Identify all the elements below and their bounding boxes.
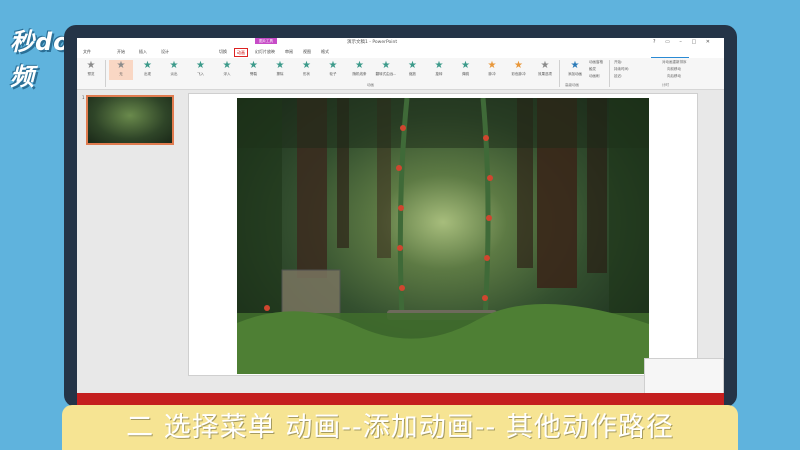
animation-effect-14[interactable]: ★ 脉冲	[480, 60, 504, 80]
add-animation-icon: ★	[570, 60, 580, 71]
timing-delay-label: 延迟:	[614, 74, 623, 78]
animation-effect-label: 浮入	[223, 72, 231, 76]
ribbon-divider	[105, 60, 106, 87]
animation-effect-7[interactable]: ★ 形状	[295, 60, 319, 80]
preview-label: 预览	[87, 72, 95, 76]
animation-effect-5[interactable]: ★ 劈裂	[242, 60, 266, 80]
animation-effect-label: 彩色脉冲	[511, 72, 526, 76]
slide-thumbnail-pane: 1	[77, 91, 177, 391]
window-title: 演示文稿1 - PowerPoint	[347, 40, 398, 45]
animation-effect-1[interactable]: ★ 出现	[136, 60, 160, 80]
animation-effect-6[interactable]: ★ 擦除	[268, 60, 292, 80]
tab-transitions[interactable]: 切换	[219, 49, 227, 55]
ribbon-divider	[609, 60, 610, 87]
title-bar: 图片工具 演示文稿1 - PowerPoint ? ▭ – □ ✕	[77, 38, 724, 48]
star-icon: ★	[196, 60, 205, 71]
animations-ribbon: ★ 预览 ★ 无 ★ 出现 ★ 淡出 ★ 飞入 ★ 浮入 ★ 劈裂 ★ 擦除 ★ 形状 ★ 轮子 ★ 随机线条 ★ 翻转式…	[77, 58, 724, 90]
window-controls[interactable]: ? ▭ – □ ✕	[653, 39, 714, 45]
star-icon: ★	[275, 60, 285, 71]
ribbon-tabs: 文件 开始 插入 设计 切换 动画 幻灯片放映 审阅 视图 格式 共享 登录	[77, 48, 724, 66]
forest-swing-picture[interactable]	[237, 98, 649, 374]
animation-effect-3[interactable]: ★ 飞入	[189, 60, 213, 80]
star-icon: ★	[143, 60, 152, 71]
slide-number: 1	[82, 95, 85, 100]
tab-insert[interactable]: 插入	[139, 49, 147, 55]
trigger-button[interactable]: 触发	[589, 67, 596, 72]
effect-options-label: 效果选项	[538, 72, 552, 76]
animation-effect-label: 无	[119, 72, 123, 76]
tab-view[interactable]: 视图	[303, 49, 311, 55]
tab-home[interactable]: 开始	[117, 49, 125, 55]
star-icon: ★	[408, 60, 417, 71]
star-icon: ★	[328, 60, 338, 71]
animation-painter-button[interactable]: 动画刷	[589, 74, 600, 79]
animation-effect-label: 随机线条	[352, 72, 367, 76]
star-icon: ★	[514, 60, 523, 71]
animation-effect-label: 旋转	[435, 72, 443, 76]
animation-effect-label: 出现	[144, 72, 151, 76]
animation-effect-4[interactable]: ★ 浮入	[215, 60, 239, 80]
tab-slideshow[interactable]: 幻灯片放映	[255, 49, 275, 55]
animation-group-label: 动画	[367, 83, 374, 87]
effect-options-button[interactable]: ★ 效果选项	[533, 60, 557, 80]
animation-effect-0[interactable]: ★ 无	[109, 60, 133, 80]
preview-button[interactable]: ★ 预览	[79, 60, 103, 80]
star-icon: ★	[222, 60, 232, 71]
tab-animations[interactable]: 动画	[234, 48, 248, 57]
add-animation-label: 添加动画	[568, 72, 582, 76]
move-later-button[interactable]: 向后移动	[667, 74, 681, 79]
animation-effect-label: 脉冲	[488, 72, 496, 76]
animation-effect-2[interactable]: ★ 淡出	[162, 60, 186, 80]
tab-review[interactable]: 审阅	[285, 49, 293, 55]
animation-effect-15[interactable]: ★ 彩色脉冲	[507, 60, 531, 80]
animation-effect-label: 缩放	[409, 72, 416, 76]
star-icon: ★	[461, 60, 470, 71]
star-icon: ★	[116, 60, 126, 71]
star-icon: ★	[302, 60, 311, 71]
star-icon: ★	[487, 60, 497, 71]
slide-thumbnail[interactable]	[86, 95, 174, 145]
star-icon: ★	[169, 60, 179, 71]
animation-effect-8[interactable]: ★ 轮子	[321, 60, 345, 80]
animation-effect-10[interactable]: ★ 翻转式由远...	[374, 60, 398, 80]
reorder-animation-label: 对动画重新排序	[662, 60, 687, 64]
star-icon: ★	[355, 60, 364, 71]
animation-effect-label: 轮子	[329, 72, 337, 76]
effect-options-icon: ★	[540, 60, 550, 71]
animation-effect-12[interactable]: ★ 旋转	[427, 60, 451, 80]
animation-effect-13[interactable]: ★ 弹跳	[454, 60, 478, 80]
powerpoint-window: 图片工具 演示文稿1 - PowerPoint ? ▭ – □ ✕ 文件 开始 …	[77, 38, 724, 408]
animation-effect-label: 翻转式由远...	[375, 72, 397, 76]
slide-editor	[188, 93, 698, 376]
animation-pane-button[interactable]: 动画窗格	[589, 60, 603, 65]
animation-effect-label: 飞入	[197, 72, 204, 76]
move-earlier-button[interactable]: 向前移动	[667, 67, 681, 72]
star-icon: ★	[381, 60, 391, 71]
tab-design[interactable]: 设计	[161, 49, 169, 55]
star-icon: ★	[434, 60, 444, 71]
instruction-caption: 二 选择菜单 动画--添加动画-- 其他动作路径	[62, 405, 738, 450]
animation-effect-label: 弹跳	[462, 72, 469, 76]
tab-format[interactable]: 格式	[321, 49, 329, 55]
picture-tools-tab[interactable]: 图片工具	[255, 38, 277, 44]
timing-duration-label: 持续时间:	[614, 67, 630, 71]
star-icon: ★	[249, 60, 258, 71]
ribbon-divider	[559, 60, 560, 87]
advanced-animation-group-label: 高级动画	[565, 83, 579, 87]
animation-effect-label: 淡出	[170, 72, 178, 76]
preview-icon: ★	[86, 60, 96, 71]
animation-effect-label: 劈裂	[250, 72, 257, 76]
timing-start-label: 开始:	[614, 60, 623, 64]
animation-effect-11[interactable]: ★ 缩放	[401, 60, 425, 80]
animation-effect-label: 擦除	[276, 72, 284, 76]
timing-group-label: 计时	[662, 83, 669, 87]
monitor-frame: 图片工具 演示文稿1 - PowerPoint ? ▭ – □ ✕ 文件 开始 …	[64, 25, 737, 408]
add-animation-button[interactable]: ★ 添加动画	[563, 60, 587, 80]
animation-effect-9[interactable]: ★ 随机线条	[348, 60, 372, 80]
tab-file[interactable]: 文件	[83, 49, 91, 55]
forest-illustration	[237, 98, 649, 374]
animation-effect-label: 形状	[303, 72, 310, 76]
